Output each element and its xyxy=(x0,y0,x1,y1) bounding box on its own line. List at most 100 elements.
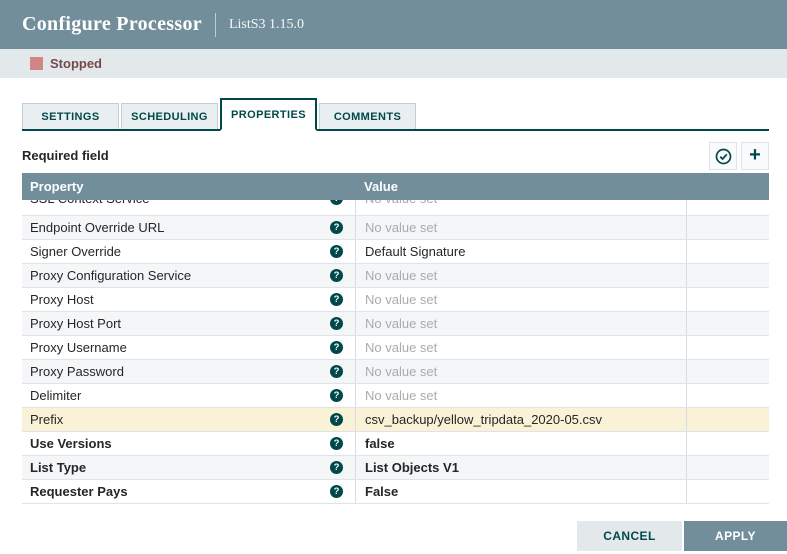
table-body: SSL Context Service?No value setEndpoint… xyxy=(22,200,769,504)
property-name: Proxy Host Port xyxy=(30,312,330,335)
properties-table: Property Value SSL Context Service? No va… xyxy=(22,173,769,504)
stopped-icon xyxy=(30,57,43,70)
help-icon[interactable]: ? xyxy=(330,245,343,258)
add-property-button[interactable]: + xyxy=(741,142,769,170)
extra-cell xyxy=(686,456,769,479)
property-value: List Objects V1 xyxy=(365,456,459,479)
column-header-property: Property xyxy=(22,179,355,194)
property-name: Signer Override xyxy=(30,240,330,263)
extra-cell xyxy=(686,408,769,431)
property-value: No value set xyxy=(365,264,437,287)
extra-cell xyxy=(686,384,769,407)
extra-cell xyxy=(686,216,769,239)
help-icon[interactable]: ? xyxy=(330,293,343,306)
value-cell[interactable]: No value set xyxy=(355,312,686,335)
value-cell[interactable]: No value set xyxy=(355,384,686,407)
property-value: Default Signature xyxy=(365,240,465,263)
property-name: List Type xyxy=(30,456,330,479)
table-row-partial[interactable]: SSL Context Service? No value set xyxy=(22,200,769,216)
tab-scheduling[interactable]: SCHEDULING xyxy=(121,103,218,129)
check-circle-icon xyxy=(715,148,732,165)
property-cell: Requester Pays? xyxy=(22,480,355,503)
value-cell[interactable]: No value set xyxy=(355,216,686,239)
help-icon[interactable]: ? xyxy=(330,413,343,426)
help-icon[interactable]: ? xyxy=(330,200,343,205)
column-header-value: Value xyxy=(355,179,686,194)
property-cell: Proxy Host? xyxy=(22,288,355,311)
value-cell[interactable]: Default Signature xyxy=(355,240,686,263)
status-label: Stopped xyxy=(50,56,102,71)
property-value: No value set xyxy=(365,384,437,407)
table-row[interactable]: Proxy Host?No value set xyxy=(22,288,769,312)
verify-properties-button[interactable] xyxy=(709,142,737,170)
property-name: SSL Context Service xyxy=(30,200,330,210)
table-row[interactable]: Proxy Username? No value set xyxy=(22,336,769,360)
cancel-button[interactable]: CANCEL xyxy=(577,521,682,551)
table-row[interactable]: List Type? List Objects V1 xyxy=(22,456,769,480)
property-name: Endpoint Override URL xyxy=(30,216,330,239)
value-cell[interactable]: No value set xyxy=(355,336,686,359)
property-value: csv_backup/yellow_tripdata_2020-05.csv xyxy=(365,408,602,431)
extra-cell xyxy=(686,336,769,359)
property-name: Proxy Password xyxy=(30,360,330,383)
property-value: No value set xyxy=(365,312,437,335)
property-cell: Proxy Configuration Service? xyxy=(22,264,355,287)
property-value: No value set xyxy=(365,336,437,359)
table-row[interactable]: Requester Pays? False xyxy=(22,480,769,504)
value-cell[interactable]: csv_backup/yellow_tripdata_2020-05.csv xyxy=(355,408,686,431)
help-icon[interactable]: ? xyxy=(330,461,343,474)
table-row[interactable]: Delimiter? No value set xyxy=(22,384,769,408)
value-cell[interactable]: False xyxy=(355,480,686,503)
configure-processor-dialog: Configure Processor ListS3 1.15.0 Stoppe… xyxy=(0,0,787,554)
property-name: Proxy Username xyxy=(30,336,330,359)
help-icon[interactable]: ? xyxy=(330,389,343,402)
help-icon[interactable]: ? xyxy=(330,317,343,330)
value-cell[interactable]: No value set xyxy=(355,200,686,215)
extra-cell xyxy=(686,432,769,455)
status-bar: Stopped xyxy=(0,49,787,78)
help-icon[interactable]: ? xyxy=(330,341,343,354)
table-row[interactable]: Proxy Configuration Service? No value set xyxy=(22,264,769,288)
table-row[interactable]: Proxy Host Port? No value set xyxy=(22,312,769,336)
help-icon[interactable]: ? xyxy=(330,437,343,450)
property-value: False xyxy=(365,480,398,503)
property-cell: Prefix? xyxy=(22,408,355,431)
property-cell: Proxy Password? xyxy=(22,360,355,383)
extra-cell xyxy=(686,480,769,503)
table-row[interactable]: Signer Override? Default Signature xyxy=(22,240,769,264)
panel-actions: + xyxy=(709,142,769,170)
apply-button[interactable]: APPLY xyxy=(684,521,787,551)
help-icon[interactable]: ? xyxy=(330,269,343,282)
table-row[interactable]: Endpoint Override URL?No value set xyxy=(22,216,769,240)
property-name: Prefix xyxy=(30,408,330,431)
table-row[interactable]: Prefix? csv_backup/yellow_tripdata_2020-0… xyxy=(22,408,769,432)
tab-label: SETTINGS xyxy=(41,111,99,123)
processor-type-version: ListS3 1.15.0 xyxy=(229,17,304,33)
extra-cell xyxy=(686,200,769,215)
extra-cell xyxy=(686,264,769,287)
property-cell: Proxy Username? xyxy=(22,336,355,359)
help-icon[interactable]: ? xyxy=(330,365,343,378)
dialog-header: Configure Processor ListS3 1.15.0 xyxy=(0,0,787,49)
value-cell[interactable]: No value set xyxy=(355,360,686,383)
property-name: Delimiter xyxy=(30,384,330,407)
value-cell[interactable]: false xyxy=(355,432,686,455)
value-cell[interactable]: No value set xyxy=(355,264,686,287)
value-cell[interactable]: List Objects V1 xyxy=(355,456,686,479)
help-icon[interactable]: ? xyxy=(330,485,343,498)
tab-settings[interactable]: SETTINGS xyxy=(22,103,119,129)
tab-properties[interactable]: PROPERTIES xyxy=(220,98,317,131)
value-cell[interactable]: No value set xyxy=(355,288,686,311)
title-divider xyxy=(215,13,216,37)
help-icon[interactable]: ? xyxy=(330,221,343,234)
extra-cell xyxy=(686,240,769,263)
required-field-label: Required field xyxy=(22,148,109,163)
property-cell: Delimiter? xyxy=(22,384,355,407)
property-value: No value set xyxy=(365,200,437,210)
property-cell: Endpoint Override URL? xyxy=(22,216,355,239)
property-name: Proxy Configuration Service xyxy=(30,264,330,287)
tab-label: COMMENTS xyxy=(334,111,401,123)
table-row[interactable]: Use Versions?false xyxy=(22,432,769,456)
table-row[interactable]: Proxy Password?No value set xyxy=(22,360,769,384)
tab-comments[interactable]: COMMENTS xyxy=(319,103,416,129)
